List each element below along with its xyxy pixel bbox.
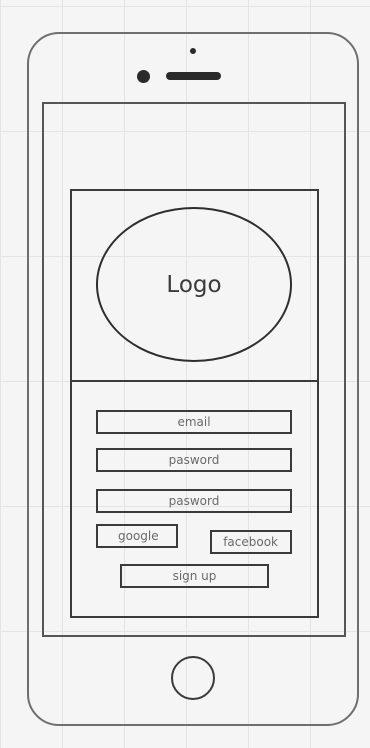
password-field[interactable]: pasword <box>96 448 292 472</box>
logo-placeholder: Logo <box>96 207 292 362</box>
sensor-icon <box>137 70 150 83</box>
confirm-password-field[interactable]: pasword <box>96 489 292 513</box>
speaker-icon <box>166 72 221 80</box>
sign-up-button[interactable]: sign up <box>120 564 269 588</box>
front-camera-icon <box>190 48 196 54</box>
home-button[interactable] <box>171 656 215 700</box>
email-field[interactable]: email <box>96 410 292 434</box>
facebook-login-button[interactable]: facebook <box>210 530 292 554</box>
google-login-button[interactable]: google <box>96 524 178 548</box>
logo-text: Logo <box>166 271 222 298</box>
